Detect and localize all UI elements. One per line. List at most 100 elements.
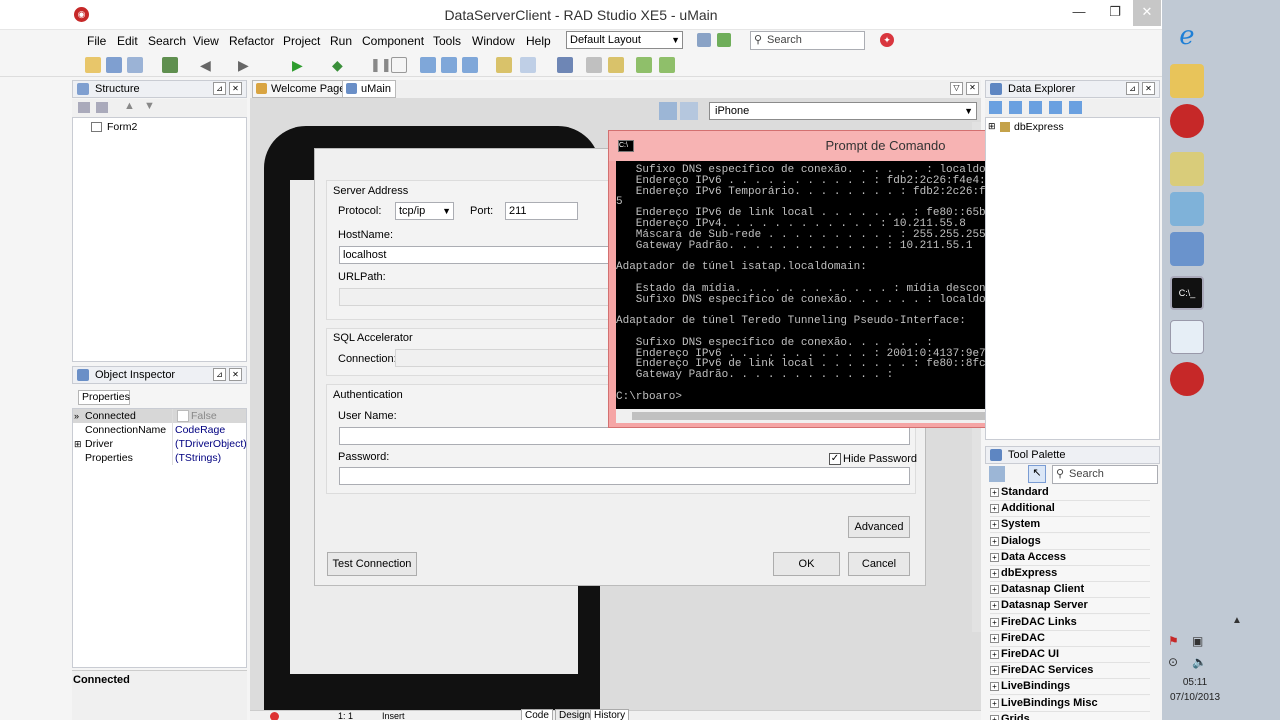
clock-date[interactable]: 07/10/2013	[1164, 692, 1226, 703]
menu-help[interactable]: Help	[526, 34, 551, 48]
menu-view[interactable]: View	[193, 34, 219, 48]
palette-category[interactable]: + LiveBindings	[990, 679, 1150, 696]
close-icon[interactable]: ✕	[229, 368, 242, 381]
window-icon[interactable]	[1170, 320, 1204, 354]
palette-category[interactable]: + FireDAC Services	[990, 663, 1150, 680]
expand-plus-icon[interactable]: +	[990, 536, 999, 546]
project-icon[interactable]	[162, 57, 178, 73]
palette-category[interactable]: + FireDAC UI	[990, 647, 1150, 663]
pin-icon[interactable]: ⊿	[213, 82, 226, 95]
nav-back-icon[interactable]	[989, 101, 1002, 114]
align-icon[interactable]	[496, 57, 512, 73]
palette-category[interactable]: + Grids	[990, 711, 1150, 720]
tab-properties[interactable]: Properties	[78, 390, 130, 405]
property-row[interactable]: » Connected False	[73, 409, 246, 423]
expand-plus-icon[interactable]: +	[990, 633, 999, 643]
cancel-button[interactable]: Cancel	[848, 552, 910, 576]
expand-plus-icon[interactable]: +	[990, 666, 999, 676]
test-connection-button[interactable]: Test Connection	[327, 552, 417, 576]
run-icon[interactable]: ▶	[292, 57, 308, 73]
step-into-icon[interactable]	[420, 57, 436, 73]
property-row[interactable]: ⊞ Driver (TDriverObject)	[73, 437, 247, 451]
expand-plus-icon[interactable]: +	[990, 601, 999, 611]
remove-file-icon[interactable]	[659, 57, 675, 73]
palette-category[interactable]: + System	[990, 517, 1150, 534]
view-unit-icon[interactable]	[520, 57, 536, 73]
hide-password-checkbox[interactable]: ✓	[829, 453, 841, 465]
palette-search-input[interactable]: ⚲ Search	[1052, 465, 1158, 484]
forward-icon[interactable]: ▶	[238, 57, 254, 73]
cmd-taskbar-icon[interactable]: C:\_	[1170, 276, 1204, 310]
tab-history[interactable]: History	[590, 709, 630, 720]
clock-time[interactable]: 05:11	[1164, 677, 1226, 688]
expand-plus-icon[interactable]: +	[990, 682, 999, 692]
palette-category[interactable]: + dbExpress	[990, 566, 1150, 582]
expand-plus-icon[interactable]: +	[990, 650, 999, 659]
expand-plus-icon[interactable]: ⊞	[988, 121, 996, 132]
add-file-icon[interactable]	[636, 57, 652, 73]
volume-icon[interactable]: 🔈	[1192, 655, 1207, 669]
close-icon[interactable]: ✕	[229, 82, 242, 95]
expand-plus-icon[interactable]: +	[990, 552, 999, 562]
tree-item-dbexpress[interactable]: dbExpress	[1014, 121, 1064, 133]
maximize-button[interactable]: ❐	[1097, 0, 1133, 26]
display-icon[interactable]: ▣	[1192, 634, 1203, 648]
categories-icon[interactable]	[989, 466, 1005, 482]
view-mode-icon[interactable]	[659, 102, 677, 120]
expand-plus-icon[interactable]: +	[990, 714, 999, 720]
trace-icon[interactable]	[462, 57, 478, 73]
palette-category[interactable]: + Data Access	[990, 549, 1150, 566]
nav-forward-icon[interactable]	[1009, 101, 1022, 114]
palette-category[interactable]: + Dialogs	[990, 533, 1150, 550]
new-icon[interactable]	[85, 57, 101, 73]
nav-up-icon[interactable]	[1029, 101, 1042, 114]
minimize-button[interactable]: —	[1061, 0, 1097, 26]
pin-icon[interactable]: ⊿	[213, 368, 226, 381]
close-tab-icon[interactable]: ✕	[966, 82, 979, 95]
advanced-button[interactable]: Advanced	[848, 516, 910, 538]
menu-refactor[interactable]: Refactor	[229, 34, 274, 48]
pin-icon[interactable]: ⊿	[1126, 82, 1139, 95]
nav-down-icon[interactable]	[1049, 101, 1062, 114]
desktop-save-icon[interactable]	[697, 33, 711, 47]
port-input[interactable]: 211	[505, 202, 578, 220]
pointer-icon[interactable]: ↖	[1028, 465, 1046, 483]
expand-icon[interactable]	[78, 102, 90, 113]
menu-project[interactable]: Project	[283, 34, 320, 48]
app-icon-blue[interactable]	[1170, 192, 1204, 226]
expand-plus-icon[interactable]: +	[990, 617, 999, 627]
expand-plus-icon[interactable]: +	[990, 504, 999, 514]
username-input[interactable]	[339, 427, 910, 445]
tab-umain[interactable]: uMain	[342, 80, 396, 98]
palette-category[interactable]: + Datasnap Server	[990, 598, 1150, 615]
record-icon[interactable]	[270, 712, 279, 720]
ide-search-input[interactable]: ⚲ Search	[750, 31, 865, 50]
network-tray-icon[interactable]: ⊙	[1168, 655, 1178, 669]
device-select[interactable]: iPhone ▼	[709, 102, 977, 120]
menu-window[interactable]: Window	[472, 34, 515, 48]
orientation-icon[interactable]	[680, 102, 698, 120]
pause-icon[interactable]: ❚❚	[370, 57, 392, 73]
step-over-icon[interactable]	[441, 57, 457, 73]
expand-plus-icon[interactable]: +	[990, 585, 999, 595]
hostname-input[interactable]: localhost	[339, 246, 609, 264]
run-without-debug-icon[interactable]: ◆	[332, 57, 348, 73]
property-row[interactable]: Properties (TStrings)	[73, 451, 246, 465]
ie-icon[interactable]: ℯ	[1170, 18, 1204, 52]
menu-file[interactable]: File	[87, 34, 106, 48]
palette-category[interactable]: + FireDAC	[990, 630, 1150, 647]
close-icon[interactable]: ✕	[1142, 82, 1155, 95]
toggle-form-icon[interactable]	[586, 57, 602, 73]
network-icon[interactable]	[1170, 232, 1204, 266]
menu-component[interactable]: Component	[362, 34, 424, 48]
expand-plus-icon[interactable]: +	[990, 698, 999, 708]
password-input[interactable]	[339, 467, 910, 485]
property-row[interactable]: ConnectionName CodeRage	[73, 423, 246, 437]
menu-edit[interactable]: Edit	[117, 34, 138, 48]
tray-arrow-icon[interactable]: ▲	[1232, 615, 1242, 626]
ok-button[interactable]: OK	[773, 552, 840, 576]
layout-select[interactable]: Default Layout ▼	[566, 31, 683, 49]
save-icon[interactable]	[557, 57, 573, 73]
connection-input[interactable]	[395, 349, 609, 367]
stop-icon[interactable]	[391, 57, 407, 73]
